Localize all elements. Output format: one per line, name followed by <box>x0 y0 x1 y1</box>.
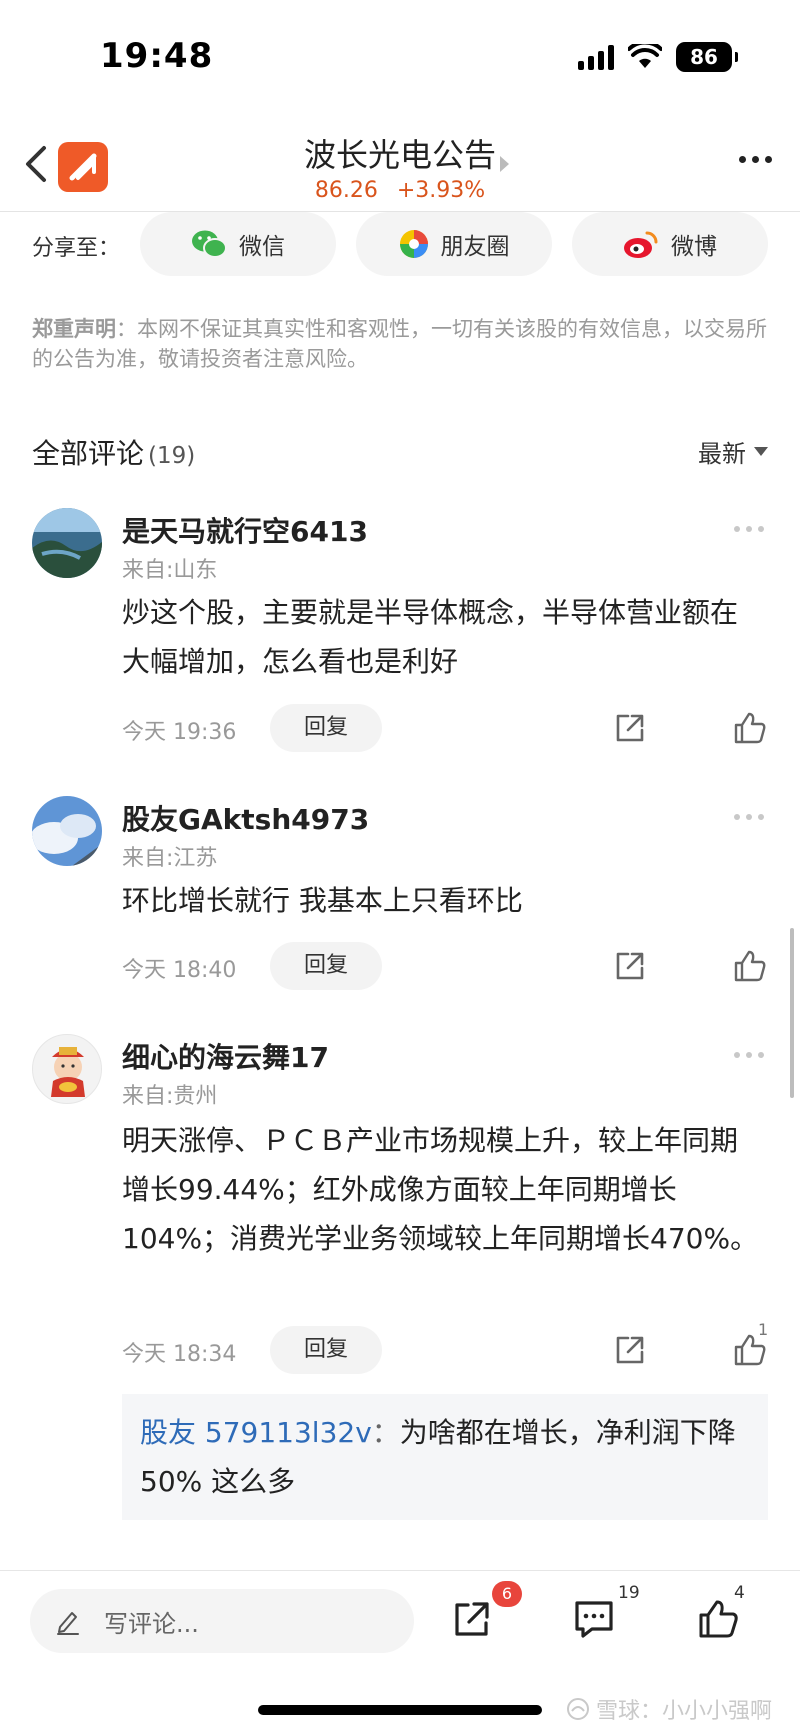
share-label: 分享至： <box>32 236 121 261</box>
share-badge: 6 <box>492 1581 522 1607</box>
comment-location: 来自:江苏 <box>122 846 218 871</box>
snowball-logo-icon <box>566 1698 589 1720</box>
caret-right-icon <box>500 156 509 172</box>
comment-time: 今天 18:34 <box>122 1342 237 1367</box>
watermark: 雪球：小小小强啊 <box>566 1693 772 1725</box>
disclaimer-title: 郑重声明 <box>32 317 116 341</box>
stock-price: 86.26 <box>314 178 378 203</box>
share-moments-button[interactable]: 朋友圈 <box>356 212 552 276</box>
share-moments-label: 朋友圈 <box>440 234 510 260</box>
wifi-icon <box>628 44 662 68</box>
sub-reply[interactable]: 股友 579113l32v：为啥都在增长，净利润下降 50% 这么多 <box>122 1394 768 1520</box>
comment-text: 炒这个股，主要就是半导体概念，半导体营业额在大幅增加，怎么看也是利好 <box>122 596 739 678</box>
disclaimer: 郑重声明：本网不保证其真实性和客观性，一切有关该股的有效信息，以交易所的公告为准… <box>32 314 772 374</box>
comment-username[interactable]: 股友GAktsh4973 <box>122 798 369 838</box>
sort-dropdown[interactable]: 最新 <box>698 434 768 469</box>
like-count: 1 <box>758 1320 769 1339</box>
reply-button[interactable]: 回复 <box>270 942 382 990</box>
stock-change: +3.93% <box>396 178 486 203</box>
more-icon[interactable] <box>739 156 772 163</box>
comment-input-placeholder: 写评论... <box>104 1609 199 1638</box>
comment-username[interactable]: 是天马就行空6413 <box>122 510 368 550</box>
comments-count: (19) <box>148 443 196 469</box>
share-icon[interactable] <box>612 1332 648 1368</box>
comment-more-icon[interactable] <box>734 1052 764 1058</box>
like-count: 4 <box>734 1583 745 1603</box>
like-icon[interactable] <box>732 710 768 746</box>
reply-button[interactable]: 回复 <box>270 1326 382 1374</box>
comments-title: 全部评论 <box>32 437 145 470</box>
watermark-text: 雪球：小小小强啊 <box>595 1699 772 1724</box>
comment-count: 19 <box>618 1583 640 1603</box>
bottom-bar: 写评论... 6 19 4 雪球：小小小强啊 <box>0 1570 800 1734</box>
stock-price-row[interactable]: 86.26 +3.93% <box>0 178 800 203</box>
comment-more-icon[interactable] <box>734 526 764 532</box>
reply-button[interactable]: 回复 <box>270 704 382 752</box>
comment-time: 今天 19:36 <box>122 720 237 745</box>
share-icon[interactable] <box>450 1597 494 1641</box>
pencil-icon <box>57 1612 79 1635</box>
comment-location: 来自:贵州 <box>122 1084 218 1109</box>
sub-reply-colon: ： <box>371 1416 400 1449</box>
page-header: 波长光电公告 86.26 +3.93% <box>0 120 800 212</box>
cellular-signal-icon <box>578 44 614 70</box>
avatar[interactable] <box>32 796 102 866</box>
share-icon[interactable] <box>612 948 648 984</box>
comment-time: 今天 18:40 <box>122 958 237 983</box>
share-wechat-button[interactable]: 微信 <box>140 212 336 276</box>
page-title: 波长光电公告 <box>303 136 496 174</box>
share-wechat-label: 微信 <box>239 234 285 260</box>
comments-header: 全部评论 (19) 最新 <box>32 432 768 472</box>
share-weibo-button[interactable]: 微博 <box>572 212 768 276</box>
status-bar: 19:48 86 <box>0 0 800 110</box>
wechat-icon <box>192 230 227 258</box>
like-icon[interactable] <box>696 1597 740 1641</box>
status-time: 19:48 <box>100 36 214 76</box>
comment-username[interactable]: 细心的海云舞17 <box>122 1036 329 1076</box>
status-icons: 86 <box>578 42 738 72</box>
moments-icon <box>399 230 428 258</box>
weibo-icon <box>624 231 658 258</box>
comment-input[interactable]: 写评论... <box>30 1589 414 1653</box>
sub-reply-user[interactable]: 股友 579113l32v <box>140 1416 372 1449</box>
avatar[interactable] <box>32 1034 102 1104</box>
home-indicator <box>258 1705 542 1715</box>
share-weibo-label: 微博 <box>671 234 717 260</box>
comment-icon[interactable] <box>572 1597 616 1641</box>
share-row: 分享至： 微信 朋友圈 微博 <box>0 212 800 276</box>
avatar[interactable] <box>32 508 102 578</box>
caret-down-icon <box>754 447 768 456</box>
comment-text: 明天涨停、ＰＣＢ产业市场规模上升，较上年同期增长99.44%；红外成像方面较上年… <box>122 1124 759 1255</box>
sort-label: 最新 <box>698 440 746 468</box>
like-icon[interactable] <box>732 948 768 984</box>
battery-icon: 86 <box>676 42 738 72</box>
comment-more-icon[interactable] <box>734 814 764 820</box>
comment-location: 来自:山东 <box>122 558 218 583</box>
share-icon[interactable] <box>612 710 648 746</box>
scrollbar[interactable] <box>790 928 794 1098</box>
disclaimer-text: ：本网不保证其真实性和客观性，一切有关该股的有效信息，以交易所的公告为准，敬请投… <box>32 317 767 371</box>
comment-text: 环比增长就行 我基本上只看环比 <box>122 884 523 917</box>
